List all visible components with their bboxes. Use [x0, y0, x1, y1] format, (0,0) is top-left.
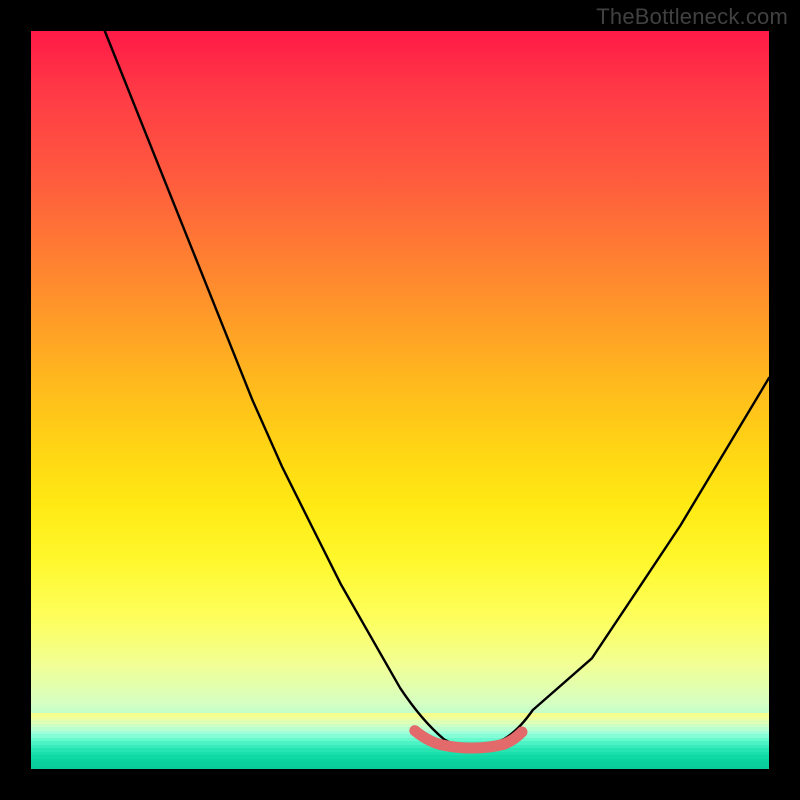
flat-bottom-highlight	[415, 731, 522, 748]
curve-svg	[31, 31, 769, 769]
chart-frame: TheBottleneck.com	[0, 0, 800, 800]
watermark-text: TheBottleneck.com	[596, 4, 788, 30]
bottleneck-curve-line	[105, 31, 769, 747]
plot-area	[31, 31, 769, 769]
